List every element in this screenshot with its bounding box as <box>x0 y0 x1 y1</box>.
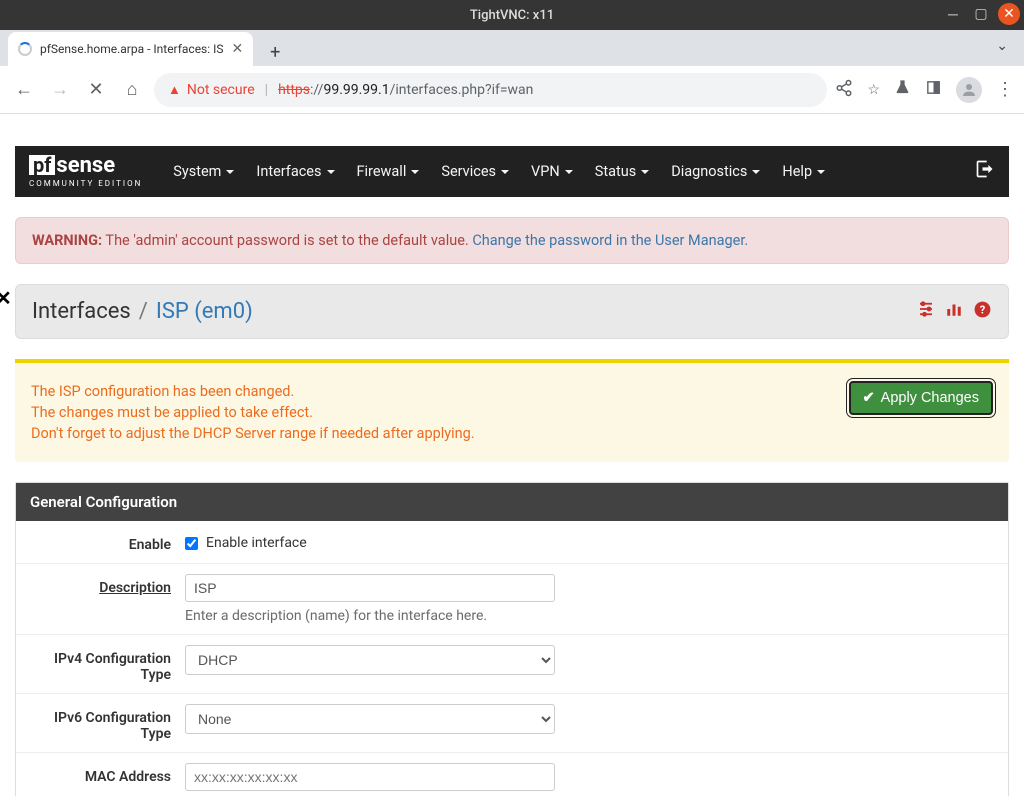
nav-diagnostics[interactable]: Diagnostics <box>660 149 771 194</box>
description-label: Description <box>30 574 185 596</box>
panel-title: General Configuration <box>16 483 1008 521</box>
description-help: Enter a description (name) for the inter… <box>185 608 994 624</box>
browser-toolbar: ← → ✕ ⌂ ▲ Not secure | https://99.99.99.… <box>0 66 1024 114</box>
chevron-down-icon <box>817 170 825 174</box>
extension-box-icon[interactable] <box>925 79 942 100</box>
ipv6-select[interactable]: None <box>185 704 555 734</box>
nav-services[interactable]: Services <box>430 149 520 194</box>
stop-button[interactable]: ✕ <box>82 76 110 104</box>
chevron-down-icon <box>565 170 573 174</box>
url-text: https://99.99.99.1/interfaces.php?if=wan <box>278 82 533 98</box>
breadcrumb-interface[interactable]: ISP (em0) <box>156 299 253 324</box>
enable-label: Enable <box>30 531 185 553</box>
stray-x-icon: ✕ <box>0 286 12 310</box>
general-config-panel: General Configuration Enable Enable inte… <box>15 482 1009 796</box>
chevron-down-icon <box>411 170 419 174</box>
help-icon[interactable]: ? <box>973 300 992 324</box>
logout-icon[interactable] <box>975 159 995 184</box>
profile-avatar[interactable] <box>956 77 982 103</box>
tab-close-icon[interactable]: ✕ <box>232 41 244 57</box>
enable-checkbox[interactable] <box>185 537 198 550</box>
apply-changes-button[interactable]: ✔ Apply Changes <box>849 381 994 415</box>
settings-sliders-icon[interactable] <box>917 300 935 324</box>
check-icon: ✔ <box>863 390 875 406</box>
page-header: Interfaces / ISP (em0) ? <box>15 284 1009 339</box>
tab-title: pfSense.home.arpa - Interfaces: IS <box>40 42 224 56</box>
menu-dots-icon[interactable]: ⋮ <box>996 79 1014 100</box>
back-button[interactable]: ← <box>10 76 38 104</box>
browser-tab[interactable]: pfSense.home.arpa - Interfaces: IS ✕ <box>8 32 253 66</box>
nav-vpn[interactable]: VPN <box>520 149 584 194</box>
forward-button: → <box>46 76 74 104</box>
close-icon[interactable]: ✕ <box>998 3 1020 25</box>
maximize-icon[interactable]: ▢ <box>970 3 992 25</box>
loading-spinner-icon <box>18 42 32 56</box>
stats-chart-icon[interactable] <box>945 300 963 324</box>
chevron-down-icon <box>327 170 335 174</box>
enable-text: Enable interface <box>206 535 307 551</box>
breadcrumb-section: Interfaces <box>32 299 131 324</box>
home-button[interactable]: ⌂ <box>118 76 146 104</box>
description-input[interactable] <box>185 574 555 602</box>
not-secure-badge[interactable]: ▲ Not secure <box>168 82 255 98</box>
chevron-down-icon <box>501 170 509 174</box>
chevron-down-icon <box>641 170 649 174</box>
nav-system[interactable]: System <box>162 149 245 194</box>
changes-pending-alert: The ISP configuration has been changed. … <box>15 359 1009 462</box>
ipv6-label: IPv6 Configuration Type <box>30 704 185 742</box>
nav-help[interactable]: Help <box>771 149 836 194</box>
ipv4-label: IPv4 Configuration Type <box>30 645 185 683</box>
window-title: TightVNC: x11 <box>470 8 554 23</box>
change-password-link[interactable]: Change the password in the User Manager. <box>472 232 748 249</box>
minimize-icon[interactable]: ─ <box>942 3 964 25</box>
nav-interfaces[interactable]: Interfaces <box>245 149 345 194</box>
tab-strip: pfSense.home.arpa - Interfaces: IS ✕ + ⌄ <box>0 30 1024 66</box>
mac-input[interactable] <box>185 763 555 791</box>
tabs-chevron-icon[interactable]: ⌄ <box>996 38 1008 54</box>
new-tab-button[interactable]: + <box>261 38 289 66</box>
nav-status[interactable]: Status <box>584 149 660 194</box>
svg-text:?: ? <box>980 303 986 316</box>
chevron-down-icon <box>752 170 760 174</box>
brand-logo[interactable]: pfsense COMMUNITY EDITION <box>29 155 142 188</box>
bookmark-icon[interactable]: ☆ <box>867 82 880 98</box>
nav-firewall[interactable]: Firewall <box>346 149 431 194</box>
extension-flask-icon[interactable] <box>894 79 911 100</box>
warning-triangle-icon: ▲ <box>168 82 181 98</box>
mac-label: MAC Address <box>30 763 185 785</box>
main-navbar: pfsense COMMUNITY EDITION System Interfa… <box>15 146 1009 197</box>
share-icon[interactable] <box>835 79 853 101</box>
ipv4-select[interactable]: DHCP <box>185 645 555 675</box>
titlebar: TightVNC: x11 ─ ▢ ✕ <box>0 0 1024 30</box>
address-bar[interactable]: ▲ Not secure | https://99.99.99.1/interf… <box>154 73 827 107</box>
chevron-down-icon <box>226 170 234 174</box>
warning-alert: WARNING: The 'admin' account password is… <box>15 217 1009 264</box>
